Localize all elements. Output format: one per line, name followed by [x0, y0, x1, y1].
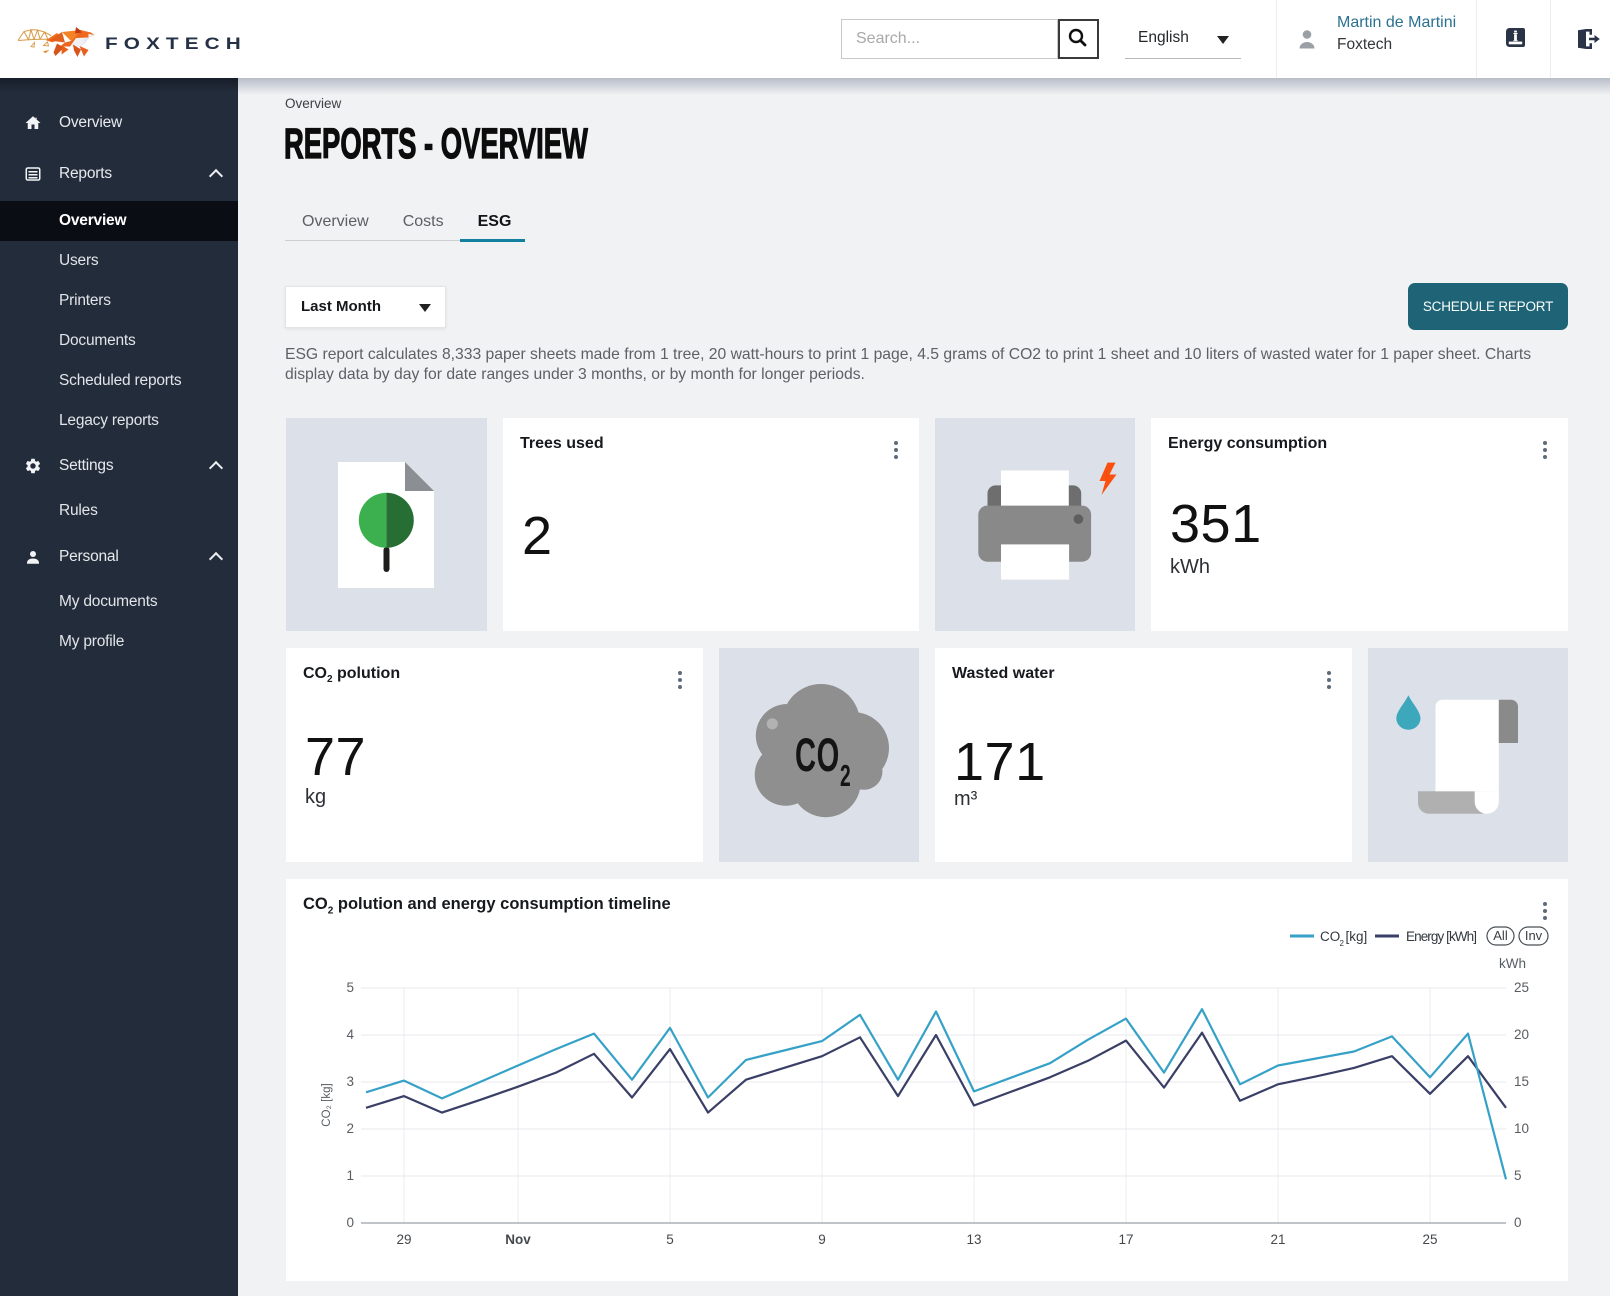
svg-text:25: 25 — [1422, 1232, 1437, 1247]
svg-text:29: 29 — [396, 1232, 411, 1247]
svg-text:[kg]: [kg] — [1346, 929, 1368, 944]
svg-text:13: 13 — [966, 1232, 981, 1247]
svg-text:CO: CO — [795, 730, 840, 782]
svg-text:25: 25 — [1514, 980, 1529, 995]
svg-text:2: 2 — [1340, 939, 1345, 948]
svg-text:5: 5 — [666, 1232, 674, 1247]
svg-text:2: 2 — [346, 1121, 354, 1136]
svg-text:Nov: Nov — [505, 1232, 531, 1247]
svg-text:3: 3 — [346, 1074, 354, 1089]
svg-text:kWh: kWh — [1499, 956, 1526, 971]
svg-text:4: 4 — [346, 1027, 354, 1042]
svg-text:CO: CO — [1320, 929, 1340, 944]
svg-text:Energy [kWh]: Energy [kWh] — [1406, 929, 1477, 944]
svg-text:10: 10 — [1514, 1121, 1529, 1136]
svg-text:1: 1 — [346, 1168, 354, 1183]
svg-text:21: 21 — [1270, 1232, 1285, 1247]
svg-text:2: 2 — [840, 760, 851, 794]
svg-text:0: 0 — [346, 1215, 354, 1230]
svg-text:Inv: Inv — [1525, 928, 1543, 943]
svg-text:CO₂ [kg]: CO₂ [kg] — [321, 1083, 333, 1126]
svg-text:15: 15 — [1514, 1074, 1529, 1089]
svg-text:5: 5 — [346, 980, 354, 995]
svg-text:All: All — [1493, 928, 1508, 943]
svg-text:0: 0 — [1514, 1215, 1522, 1230]
svg-text:9: 9 — [818, 1232, 826, 1247]
svg-text:17: 17 — [1118, 1232, 1133, 1247]
svg-text:20: 20 — [1514, 1027, 1529, 1042]
svg-text:5: 5 — [1514, 1168, 1522, 1183]
